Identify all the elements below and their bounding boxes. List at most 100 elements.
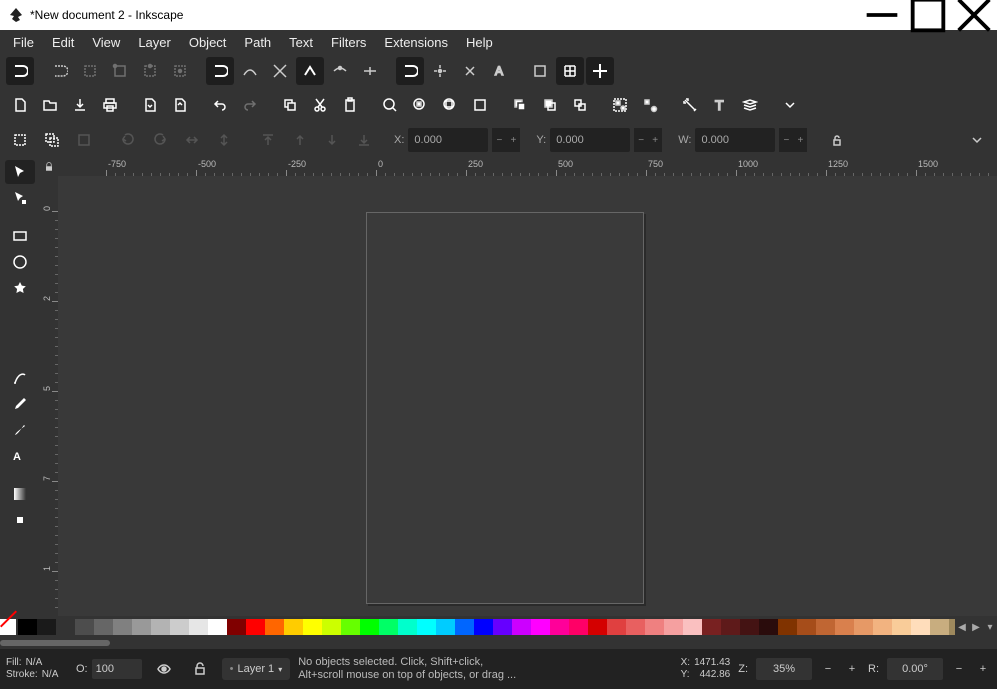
export-button[interactable] xyxy=(166,91,194,119)
layer-selector[interactable]: •Layer 1▾ xyxy=(222,658,291,680)
color-swatch[interactable] xyxy=(341,619,360,635)
node-tool[interactable] xyxy=(5,186,35,210)
3dbox-tool[interactable] xyxy=(5,302,35,326)
snap-other-button[interactable] xyxy=(396,57,424,85)
layers-button[interactable] xyxy=(736,91,764,119)
menu-extensions[interactable]: Extensions xyxy=(375,32,457,53)
color-swatch[interactable] xyxy=(493,619,512,635)
rectangle-tool[interactable] xyxy=(5,224,35,248)
palette-menu[interactable]: ▾ xyxy=(983,622,997,633)
zoom-input[interactable]: 35% xyxy=(756,658,812,680)
snap-grid-button[interactable] xyxy=(556,57,584,85)
pen-tool[interactable] xyxy=(5,392,35,416)
color-swatch[interactable] xyxy=(683,619,702,635)
fill-stroke-button[interactable] xyxy=(676,91,704,119)
color-swatch[interactable] xyxy=(816,619,835,635)
color-swatch[interactable] xyxy=(360,619,379,635)
color-swatch[interactable] xyxy=(37,619,56,635)
menu-file[interactable]: File xyxy=(4,32,43,53)
color-swatch[interactable] xyxy=(151,619,170,635)
color-swatch[interactable] xyxy=(911,619,930,635)
w-input[interactable]: 0.000 xyxy=(695,128,775,152)
zoom-width-button[interactable] xyxy=(466,91,494,119)
fill-stroke-indicator[interactable]: Fill:N/A Stroke:N/A xyxy=(6,657,68,681)
select-all-button[interactable] xyxy=(6,126,34,154)
y-inc[interactable]: + xyxy=(648,128,662,152)
unlink-clone-button[interactable] xyxy=(566,91,594,119)
snap-bbox-edge-button[interactable] xyxy=(76,57,104,85)
snap-bbox-corner-button[interactable] xyxy=(106,57,134,85)
color-swatch[interactable] xyxy=(113,619,132,635)
snap-bbox-button[interactable] xyxy=(46,57,74,85)
snap-enable-button[interactable] xyxy=(6,57,34,85)
color-swatch[interactable] xyxy=(417,619,436,635)
color-swatch[interactable] xyxy=(379,619,398,635)
canvas[interactable] xyxy=(58,176,997,616)
flip-h-button[interactable] xyxy=(178,126,206,154)
zoom-out[interactable]: − xyxy=(820,663,836,675)
snap-path-button[interactable] xyxy=(236,57,264,85)
color-swatch[interactable] xyxy=(550,619,569,635)
minimize-button[interactable] xyxy=(859,0,905,30)
visibility-toggle[interactable] xyxy=(150,655,178,683)
deselect-button[interactable] xyxy=(70,126,98,154)
color-swatch[interactable] xyxy=(265,619,284,635)
options-more-button[interactable] xyxy=(963,126,991,154)
menu-path[interactable]: Path xyxy=(235,32,280,53)
snap-bbox-center-button[interactable] xyxy=(166,57,194,85)
circle-tool[interactable] xyxy=(5,250,35,274)
snap-guide-button[interactable] xyxy=(586,57,614,85)
x-dec[interactable]: − xyxy=(492,128,506,152)
color-swatch[interactable] xyxy=(303,619,322,635)
color-swatch[interactable] xyxy=(18,619,37,635)
color-swatch[interactable] xyxy=(531,619,550,635)
ungroup-button[interactable] xyxy=(636,91,664,119)
undo-button[interactable] xyxy=(206,91,234,119)
y-input[interactable]: 0.000 xyxy=(550,128,630,152)
rot-dec[interactable]: − xyxy=(951,663,967,675)
color-swatch[interactable] xyxy=(930,619,949,635)
color-swatch[interactable] xyxy=(398,619,417,635)
raise-top-button[interactable] xyxy=(254,126,282,154)
color-swatch[interactable] xyxy=(797,619,816,635)
color-swatch[interactable] xyxy=(512,619,531,635)
star-tool[interactable] xyxy=(5,276,35,300)
color-swatch[interactable] xyxy=(702,619,721,635)
color-swatch[interactable] xyxy=(436,619,455,635)
color-swatch[interactable] xyxy=(664,619,683,635)
menu-layer[interactable]: Layer xyxy=(129,32,180,53)
layer-lock-toggle[interactable] xyxy=(186,655,214,683)
color-swatch[interactable] xyxy=(854,619,873,635)
color-swatch[interactable] xyxy=(284,619,303,635)
color-swatch[interactable] xyxy=(56,619,75,635)
color-swatch[interactable] xyxy=(588,619,607,635)
x-inc[interactable]: + xyxy=(506,128,520,152)
redo-button[interactable] xyxy=(236,91,264,119)
color-swatch[interactable] xyxy=(170,619,189,635)
rot-inc[interactable]: + xyxy=(975,663,991,675)
color-swatch[interactable] xyxy=(132,619,151,635)
snap-line-midpoint-button[interactable] xyxy=(356,57,384,85)
color-swatch[interactable] xyxy=(873,619,892,635)
maximize-button[interactable] xyxy=(905,0,951,30)
color-swatch[interactable] xyxy=(322,619,341,635)
color-swatch[interactable] xyxy=(721,619,740,635)
print-button[interactable] xyxy=(96,91,124,119)
open-button[interactable] xyxy=(36,91,64,119)
import-button[interactable] xyxy=(136,91,164,119)
color-swatch[interactable] xyxy=(455,619,474,635)
y-dec[interactable]: − xyxy=(634,128,648,152)
menu-text[interactable]: Text xyxy=(280,32,322,53)
menu-filters[interactable]: Filters xyxy=(322,32,375,53)
raise-button[interactable] xyxy=(286,126,314,154)
color-swatch[interactable] xyxy=(227,619,246,635)
clone-button[interactable] xyxy=(536,91,564,119)
lower-button[interactable] xyxy=(318,126,346,154)
text-tool-button[interactable]: T xyxy=(706,91,734,119)
menu-view[interactable]: View xyxy=(83,32,129,53)
new-button[interactable] xyxy=(6,91,34,119)
ruler-horizontal[interactable]: -750-500-2500250500750100012501500 xyxy=(58,158,997,176)
color-swatch[interactable] xyxy=(607,619,626,635)
color-swatch[interactable] xyxy=(645,619,664,635)
calligraphy-tool[interactable] xyxy=(5,418,35,442)
